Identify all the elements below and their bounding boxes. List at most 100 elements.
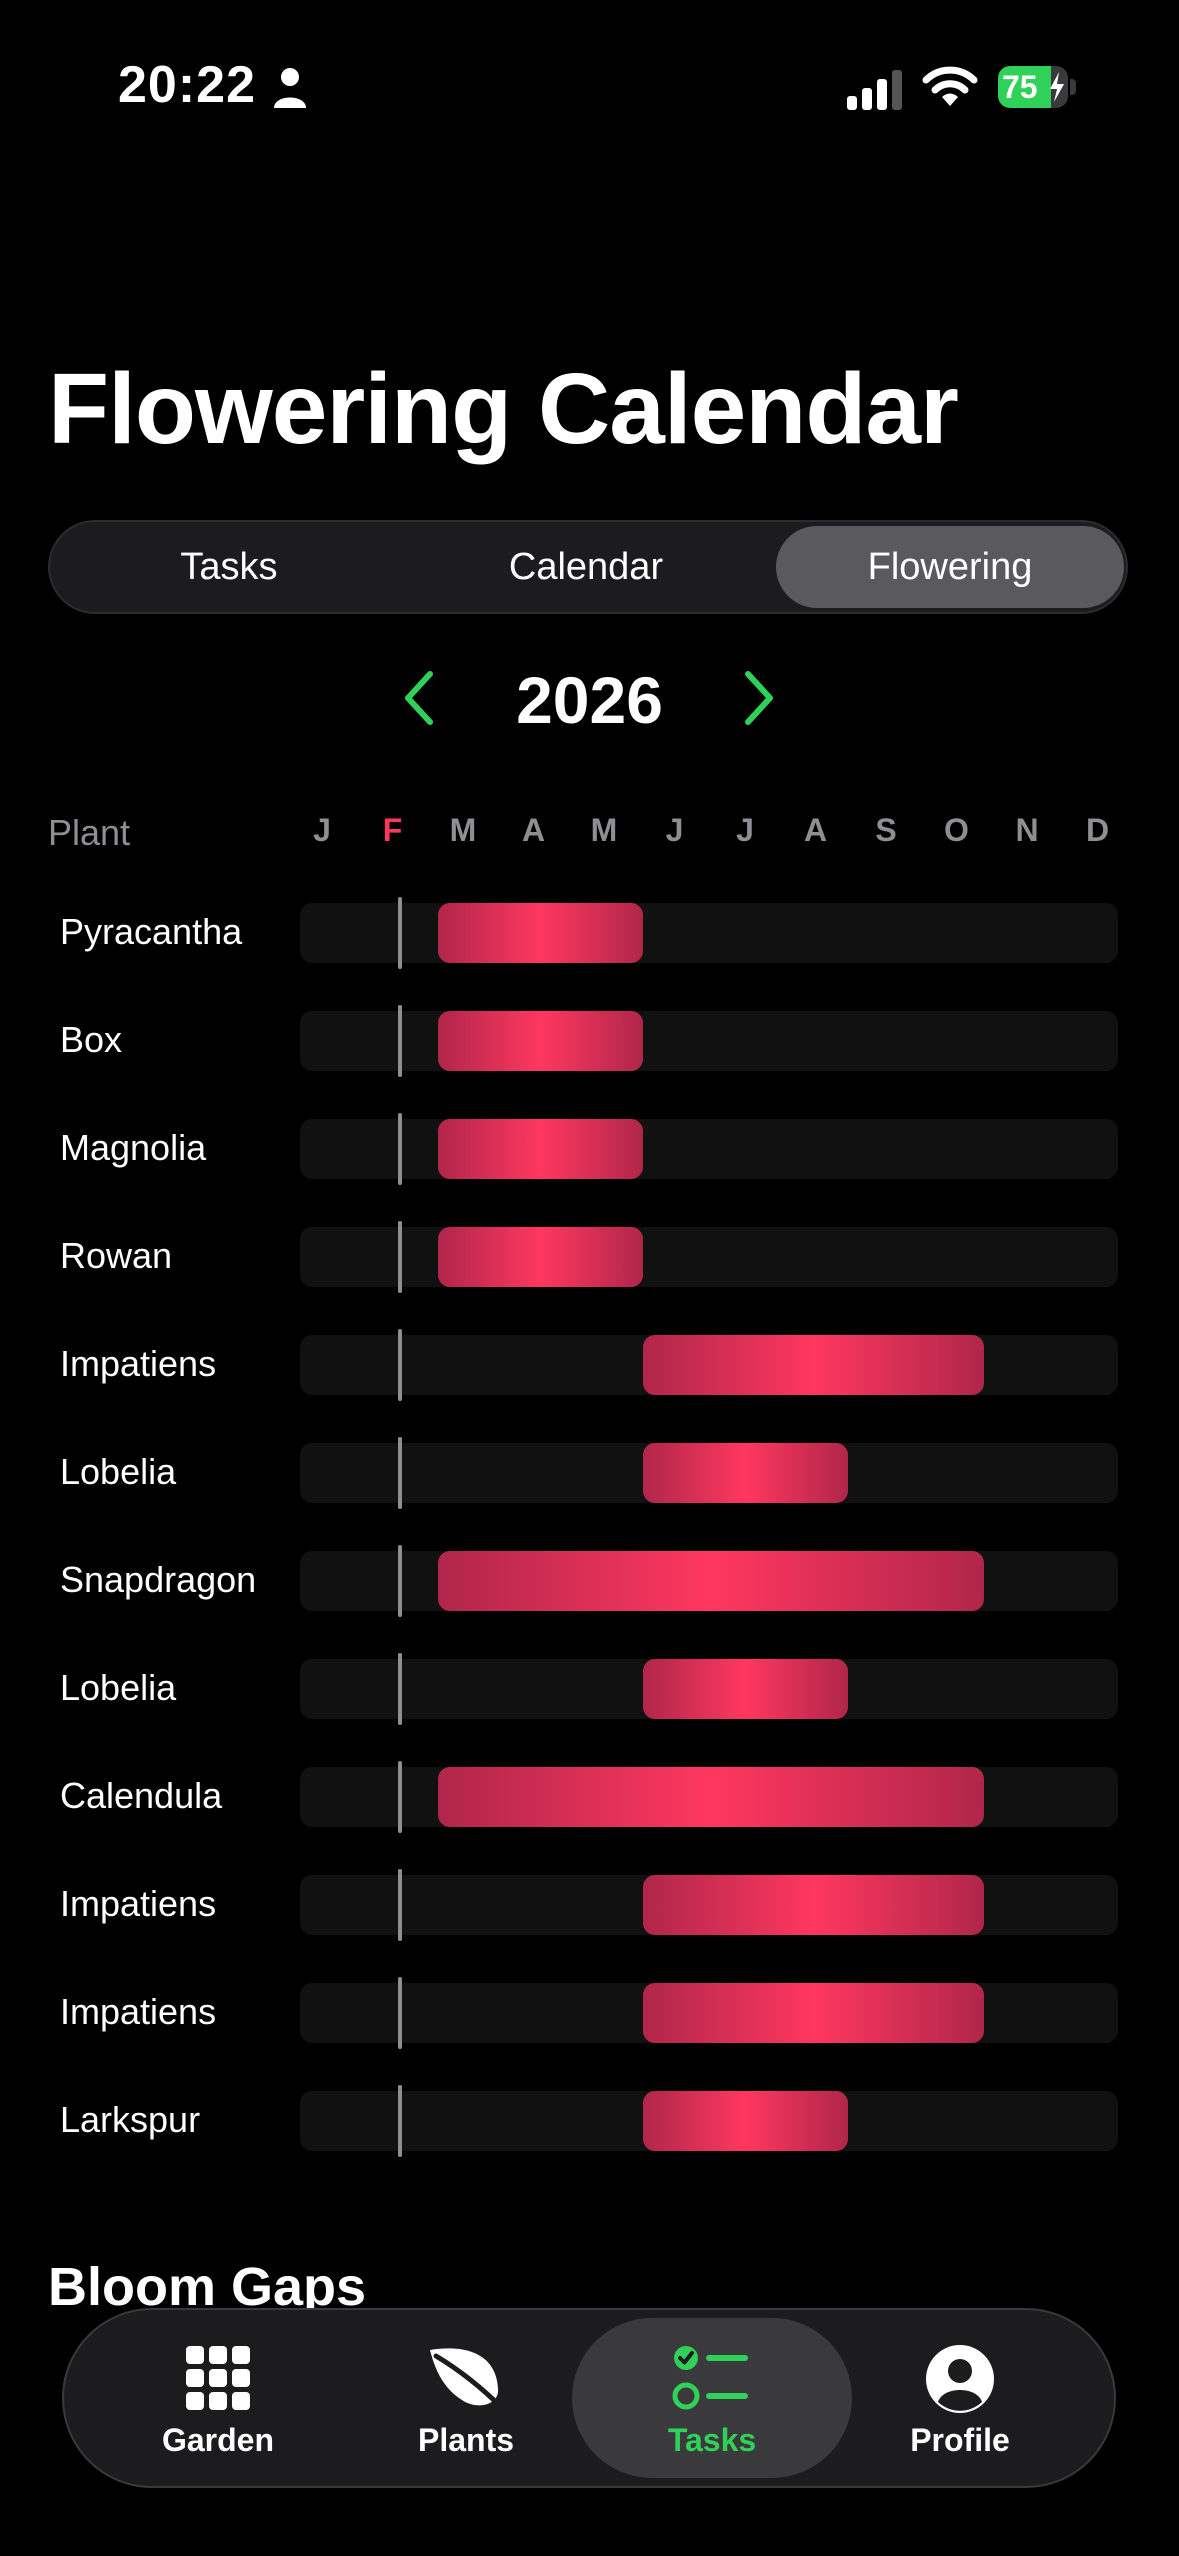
month-label: J [736, 812, 754, 848]
battery-indicator: 75 [998, 66, 1076, 108]
plant-row[interactable]: Calendula [0, 1761, 1179, 1833]
flowering-bar [643, 1875, 984, 1935]
plant-row[interactable]: Snapdragon [0, 1545, 1179, 1617]
current-date-marker [398, 1329, 403, 1401]
plant-name: Larkspur [60, 2099, 201, 2140]
flowering-track [300, 1005, 1118, 1077]
month-label: J [665, 812, 684, 848]
current-date-marker [398, 1545, 403, 1617]
flowering-track [300, 1329, 1118, 1401]
month-label: O [944, 812, 969, 848]
tab-garden[interactable]: Garden [78, 2318, 358, 2478]
plant-row[interactable]: Lobelia [0, 1653, 1179, 1725]
month-label: A [803, 812, 828, 848]
flowering-bar [643, 1983, 984, 2043]
current-date-marker [398, 1005, 403, 1077]
month-label: S [875, 812, 897, 848]
plant-name: Pyracantha [60, 911, 243, 952]
tab-bar: Garden Plants Tasks Profile [62, 2308, 1116, 2488]
month-label: D [1085, 812, 1110, 848]
flowering-bar [438, 1551, 984, 1611]
plant-name: Box [60, 1019, 123, 1060]
page-title: Flowering Calendar [48, 353, 959, 465]
year-label: 2026 [516, 663, 663, 737]
person-circle-icon [926, 2345, 994, 2413]
flowering-bar [438, 1011, 643, 1071]
tab-tasks-label: Tasks [667, 2422, 757, 2458]
plant-row[interactable]: Impatiens [0, 1329, 1179, 1401]
charging-bolt-icon [1050, 72, 1064, 102]
tab-garden-label: Garden [161, 2422, 275, 2458]
current-date-marker [398, 1113, 403, 1185]
flowering-bar [438, 1767, 984, 1827]
segment-flowering[interactable]: Flowering [776, 526, 1124, 608]
current-date-marker [398, 1221, 403, 1293]
plant-row[interactable]: Larkspur [0, 2085, 1179, 2157]
flowering-bar [643, 2091, 848, 2151]
plant-row[interactable]: Impatiens [0, 1977, 1179, 2049]
plant-row[interactable]: Lobelia [0, 1437, 1179, 1509]
flowering-track [300, 1977, 1118, 2049]
plant-name: Impatiens [60, 1343, 217, 1384]
plant-row[interactable]: Pyracantha [0, 897, 1179, 969]
flowering-track [300, 1437, 1118, 1509]
flowering-track [300, 1221, 1118, 1293]
segment-tasks[interactable]: Tasks [54, 526, 404, 608]
month-label: M [449, 812, 477, 848]
flowering-track [300, 1653, 1118, 1725]
plant-name: Snapdragon [60, 1559, 257, 1600]
grid-icon [186, 2346, 250, 2410]
flowering-bar [438, 903, 643, 963]
plant-row[interactable]: Impatiens [0, 1869, 1179, 1941]
current-date-marker [398, 897, 403, 969]
wifi-icon [922, 66, 978, 106]
view-segmented-control: Tasks Calendar Flowering [48, 520, 1128, 614]
segment-calendar[interactable]: Calendar [410, 526, 762, 608]
cellular-signal-icon [847, 70, 902, 110]
current-date-marker [398, 1653, 403, 1725]
tab-profile[interactable]: Profile [820, 2318, 1100, 2478]
flowering-track [300, 1113, 1118, 1185]
status-bar: 20:22 75 [0, 0, 1179, 170]
checklist-icon [672, 2346, 748, 2410]
flowering-bar [643, 1443, 848, 1503]
plant-name: Lobelia [60, 1667, 177, 1708]
plant-column-header: Plant [48, 812, 131, 853]
current-date-marker [398, 1869, 403, 1941]
current-date-marker [398, 1761, 403, 1833]
month-label: N [1015, 812, 1039, 848]
month-label: M [590, 812, 618, 848]
month-label: J [313, 812, 331, 848]
plant-name: Lobelia [60, 1451, 177, 1492]
plant-row[interactable]: Rowan [0, 1221, 1179, 1293]
status-time: 20:22 [118, 56, 256, 114]
flowering-track [300, 1545, 1118, 1617]
plant-name: Impatiens [60, 1883, 217, 1924]
leaf-icon [430, 2348, 505, 2411]
month-label: F [382, 812, 403, 848]
person-icon [274, 68, 306, 108]
flowering-track [300, 1869, 1118, 1941]
month-label: A [521, 812, 546, 848]
current-date-marker [398, 1977, 403, 2049]
tab-tasks[interactable]: Tasks [572, 2318, 852, 2478]
current-date-marker [398, 1437, 403, 1509]
flowering-track [300, 2085, 1118, 2157]
plant-row[interactable]: Box [0, 1005, 1179, 1077]
tab-plants-label: Plants [417, 2422, 515, 2458]
plant-name: Magnolia [60, 1127, 207, 1168]
flowering-bar [438, 1227, 643, 1287]
flowering-track [300, 897, 1118, 969]
plant-name: Impatiens [60, 1991, 217, 2032]
battery-percent: 75 [1002, 69, 1038, 105]
flowering-track [300, 1761, 1118, 1833]
chevron-right-icon[interactable] [738, 668, 778, 728]
flowering-bar [643, 1659, 848, 1719]
tab-profile-label: Profile [910, 2422, 1010, 2458]
current-date-marker [398, 2085, 403, 2157]
plant-name: Rowan [60, 1235, 173, 1276]
flowering-bar [438, 1119, 643, 1179]
plant-name: Calendula [60, 1775, 223, 1816]
plant-row[interactable]: Magnolia [0, 1113, 1179, 1185]
tab-plants[interactable]: Plants [326, 2318, 606, 2478]
